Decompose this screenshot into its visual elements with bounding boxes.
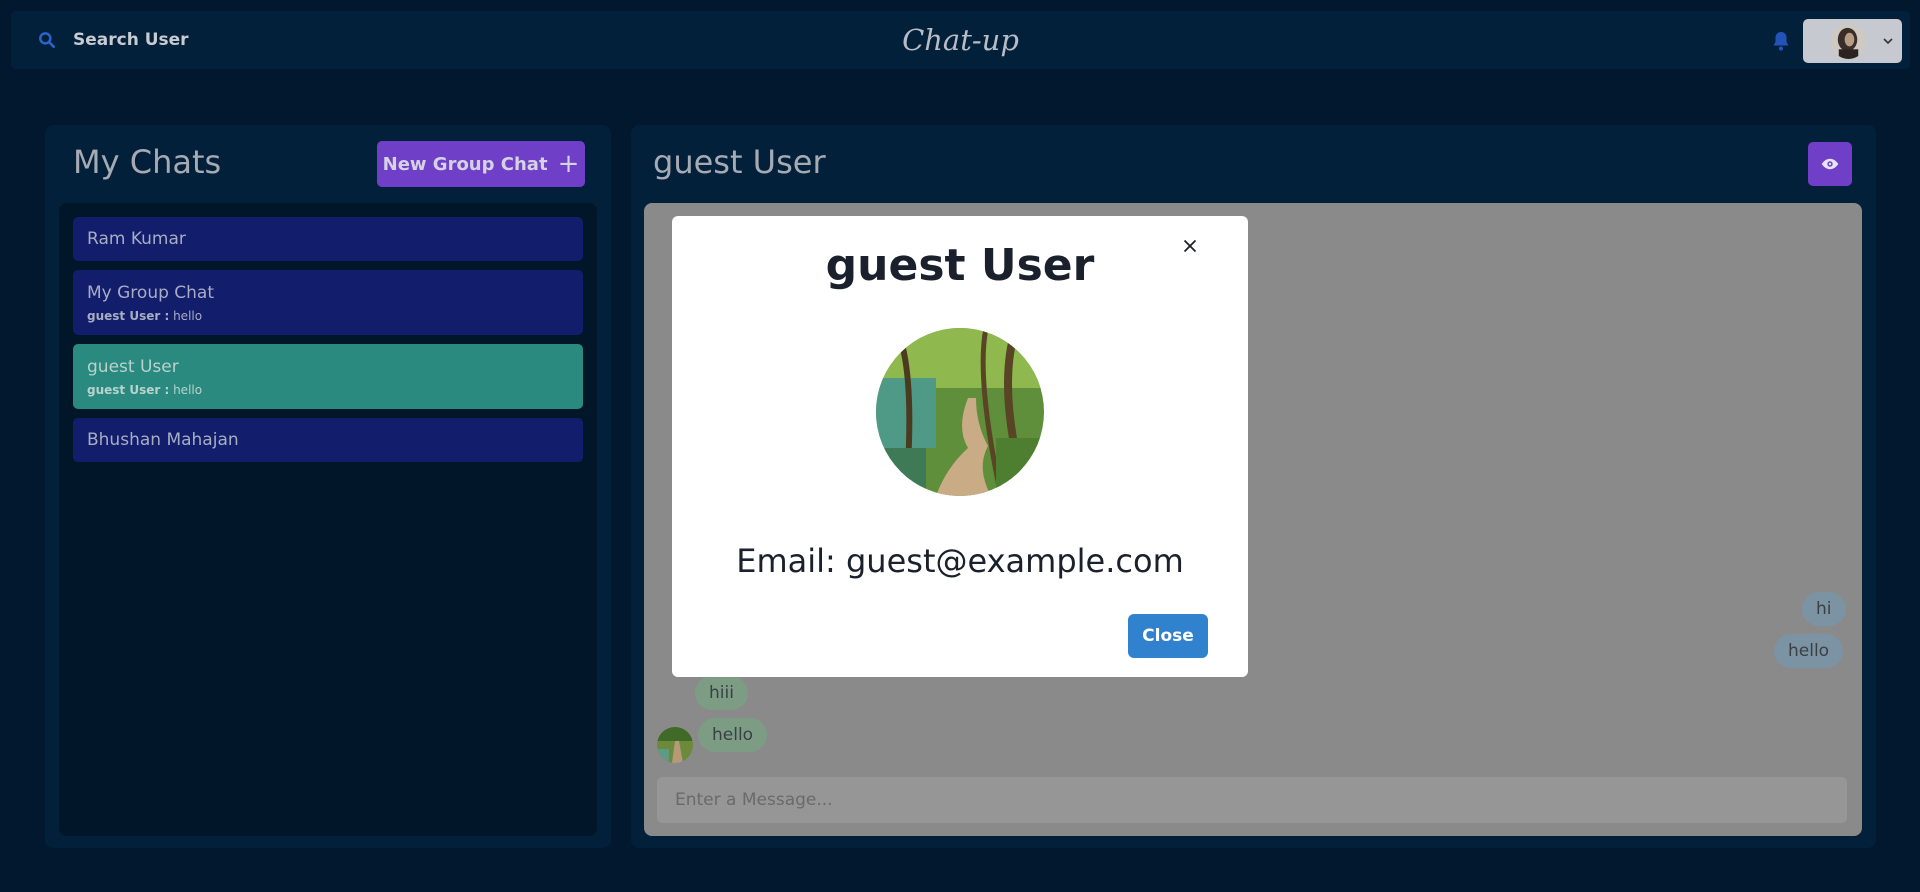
chat-name: My Group Chat	[87, 282, 215, 303]
chat-item-ram-kumar[interactable]: Ram Kumar	[73, 217, 583, 261]
message-bubble-received: hiii	[695, 676, 748, 710]
profile-menu-button[interactable]	[1803, 19, 1902, 63]
profile-modal: guest User Email: guest@example.com Clos…	[672, 216, 1248, 677]
chat-item-my-group-chat[interactable]: My Group Chat guest User : hello	[73, 270, 583, 335]
modal-close-x-button[interactable]	[1174, 230, 1206, 262]
chat-item-guest-user[interactable]: guest User guest User : hello	[73, 344, 583, 409]
sender-avatar[interactable]	[657, 727, 693, 763]
latest-text: hello	[173, 382, 203, 397]
modal-title: guest User	[825, 240, 1095, 291]
chat-name: guest User	[87, 356, 179, 377]
top-bar: Search User Chat-up	[11, 11, 1910, 69]
bell-icon[interactable]	[1769, 29, 1793, 53]
chat-list: Ram Kumar My Group Chat guest User : hel…	[59, 203, 597, 836]
chat-latest-message: guest User : hello	[87, 383, 569, 397]
avatar	[1831, 23, 1866, 59]
modal-close-button[interactable]: Close	[1128, 614, 1208, 658]
chat-latest-message: guest User : hello	[87, 309, 569, 323]
message-input[interactable]	[657, 777, 1847, 823]
latest-sender: guest User :	[87, 382, 170, 397]
chat-item-bhushan-mahajan[interactable]: Bhushan Mahajan	[73, 418, 583, 462]
chevron-down-icon	[1883, 38, 1893, 45]
profile-picture	[876, 328, 1044, 496]
message-bubble-received: hello	[698, 718, 768, 752]
profile-email: Email: guest@example.com	[736, 542, 1184, 580]
message-bubble-sent: hi	[1802, 592, 1846, 626]
latest-text: hello	[173, 308, 203, 323]
view-profile-button[interactable]	[1808, 142, 1852, 186]
message-bubble-sent: hello	[1774, 634, 1844, 668]
new-group-chat-button[interactable]: New Group Chat +	[377, 141, 585, 187]
my-chats-panel: My Chats New Group Chat + Ram Kumar My G…	[45, 125, 611, 848]
close-icon	[1183, 239, 1197, 253]
app-brand: Chat-up	[902, 23, 1019, 57]
chat-name: Ram Kumar	[87, 229, 186, 249]
eye-icon	[1821, 158, 1839, 170]
chat-name: Bhushan Mahajan	[87, 430, 239, 450]
latest-sender: guest User :	[87, 308, 170, 323]
new-group-chat-label: New Group Chat	[382, 153, 548, 175]
plus-icon: +	[557, 149, 580, 179]
my-chats-title: My Chats	[73, 143, 222, 181]
conversation-title: guest User	[653, 143, 826, 181]
